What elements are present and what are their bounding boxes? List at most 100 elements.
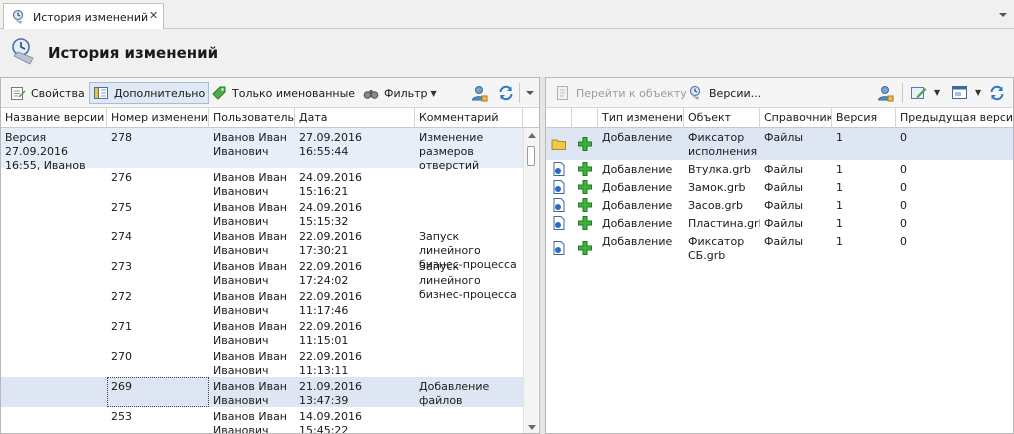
column-header[interactable]: Объект <box>684 108 760 128</box>
table-row-selected[interactable]: 269 Иванов Иван Иванович 21.09.2016 13:4… <box>1 377 523 407</box>
change-date: 22.09.2016 11:13:11 <box>299 350 362 377</box>
file-icon <box>553 180 565 194</box>
change-number: 273 <box>111 260 132 273</box>
right-toolbar: Перейти к объекту Версии... ▼ ▼ <box>546 78 1013 108</box>
goto-object-button[interactable]: Перейти к объекту <box>552 82 690 104</box>
change-type: Добавление <box>602 217 673 230</box>
change-type: Добавление <box>602 181 673 194</box>
column-header[interactable]: Название версии <box>1 108 107 128</box>
add-icon <box>578 162 592 176</box>
catalog-name: Файлы <box>764 235 804 248</box>
user-icon[interactable] <box>470 84 488 102</box>
version-name <box>1 377 107 380</box>
edit-view-icon[interactable] <box>910 84 928 102</box>
table-row[interactable]: 274 Иванов Иван Иванович 22.09.2016 17:3… <box>1 227 523 271</box>
goto-object-icon <box>557 86 568 100</box>
named-only-button[interactable]: Только именованные <box>208 82 358 104</box>
tab-label: История изменений <box>33 11 149 24</box>
table-row[interactable]: Добавление Засов.grb Файлы 1 0 <box>546 196 1013 214</box>
table-row[interactable]: Добавление Пластина.grb Файлы 1 0 <box>546 214 1013 232</box>
file-icon <box>553 198 565 212</box>
chevron-down-icon[interactable]: ▼ <box>934 88 940 97</box>
table-row[interactable]: Добавление Замок.grb Файлы 1 0 <box>546 178 1013 196</box>
table-row[interactable]: 273 Иванов Иван Иванович 22.09.2016 17:2… <box>1 257 523 301</box>
add-icon <box>578 180 592 194</box>
table-row[interactable]: Добавление Фиксатор СБ.grb Файлы 1 0 <box>546 232 1013 264</box>
user-name: Иванов Иван Иванович <box>213 260 287 287</box>
version-name <box>1 198 107 201</box>
change-number: 278 <box>111 131 132 144</box>
version-name <box>1 227 107 230</box>
vertical-scrollbar[interactable] <box>523 128 538 433</box>
change-number: 271 <box>111 320 132 333</box>
refresh-icon[interactable] <box>497 84 515 102</box>
column-header[interactable]: Номер изменения <box>107 108 209 128</box>
change-details-grid: Тип изменения Объект Справочник Версия П… <box>546 108 1013 433</box>
tab-change-history[interactable]: История изменений ✕ <box>3 3 164 29</box>
user-name: Иванов Иван Иванович <box>213 380 287 407</box>
versions-button[interactable]: Версии... <box>685 82 764 104</box>
change-type: Добавление <box>602 199 673 212</box>
column-header[interactable]: Комментарий <box>415 108 523 128</box>
user-icon[interactable] <box>876 84 894 102</box>
change-comment: Добавление файлов <box>419 380 490 407</box>
change-date: 24.09.2016 15:16:21 <box>299 171 362 198</box>
refresh-icon[interactable] <box>988 84 1006 102</box>
column-header[interactable]: Предыдущая версия <box>896 108 1013 128</box>
version-name <box>1 257 107 260</box>
column-header[interactable]: Справочник <box>760 108 832 128</box>
object-name: Засов.grb <box>688 199 744 212</box>
scroll-down-icon[interactable] <box>528 425 536 430</box>
table-row-selected[interactable]: Добавление Фиксатор исполнения Файлы 1 0 <box>546 128 1013 160</box>
table-row[interactable]: 271 Иванов Иван Иванович 22.09.2016 11:1… <box>1 317 523 347</box>
user-name: Иванов Иван Иванович <box>213 201 287 228</box>
properties-button[interactable]: Свойства <box>7 82 88 104</box>
previous-version: 0 <box>900 199 907 212</box>
history-icon <box>689 85 701 100</box>
table-row[interactable]: 275 Иванов Иван Иванович 24.09.2016 15:1… <box>1 198 523 228</box>
change-type: Добавление <box>602 163 673 176</box>
version-number: 1 <box>836 131 843 144</box>
previous-version: 0 <box>900 235 907 248</box>
scroll-up-icon[interactable] <box>528 133 536 138</box>
filter-dropdown[interactable]: Фильтр ▼ <box>360 82 440 104</box>
table-row[interactable]: 253 Иванов Иван Иванович 14.09.2016 15:4… <box>1 407 523 433</box>
column-header[interactable] <box>572 108 598 128</box>
close-icon[interactable]: ✕ <box>149 9 158 22</box>
change-type: Добавление <box>602 235 673 248</box>
advanced-button[interactable]: Дополнительно <box>89 82 210 104</box>
column-header[interactable]: Тип изменения <box>598 108 684 128</box>
column-header[interactable]: Версия <box>832 108 896 128</box>
history-icon <box>12 38 34 65</box>
change-number: 274 <box>111 230 132 243</box>
table-row[interactable]: Добавление Втулка.grb Файлы 1 0 <box>546 160 1013 178</box>
change-comment: Изменение размеров отверстий <box>419 131 484 172</box>
chevron-down-icon[interactable] <box>998 10 1008 20</box>
add-icon <box>578 137 592 151</box>
catalog-name: Файлы <box>764 181 804 194</box>
column-header[interactable]: Дата <box>295 108 415 128</box>
change-number: 270 <box>111 350 132 363</box>
chevron-down-icon[interactable]: ▼ <box>975 88 981 97</box>
properties-icon <box>11 87 26 100</box>
chevron-down-icon[interactable] <box>523 86 537 100</box>
add-icon <box>578 198 592 212</box>
change-date: 27.09.2016 16:55:44 <box>299 131 362 158</box>
file-icon <box>553 241 565 255</box>
change-details-panel: Перейти к объекту Версии... ▼ ▼ Тип изме… <box>545 77 1014 434</box>
table-row[interactable]: 276 Иванов Иван Иванович 24.09.2016 15:1… <box>1 168 523 198</box>
table-row[interactable]: 270 Иванов Иван Иванович 22.09.2016 11:1… <box>1 347 523 377</box>
add-icon <box>578 241 592 255</box>
table-row[interactable]: 272 Иванов Иван Иванович 22.09.2016 11:1… <box>1 287 523 317</box>
table-row[interactable]: Версия 27.09.2016 16:55, Иванов 278 Иван… <box>1 128 523 172</box>
change-number: 276 <box>111 171 132 184</box>
scroll-thumb[interactable] <box>527 146 535 166</box>
version-number: 1 <box>836 181 843 194</box>
file-icon <box>553 216 565 230</box>
file-icon <box>553 162 565 176</box>
window-icon[interactable] <box>951 84 969 102</box>
object-name: Замок.grb <box>688 181 746 194</box>
column-header[interactable] <box>546 108 572 128</box>
change-number: 269 <box>107 377 209 407</box>
column-header[interactable]: Пользователь <box>209 108 295 128</box>
